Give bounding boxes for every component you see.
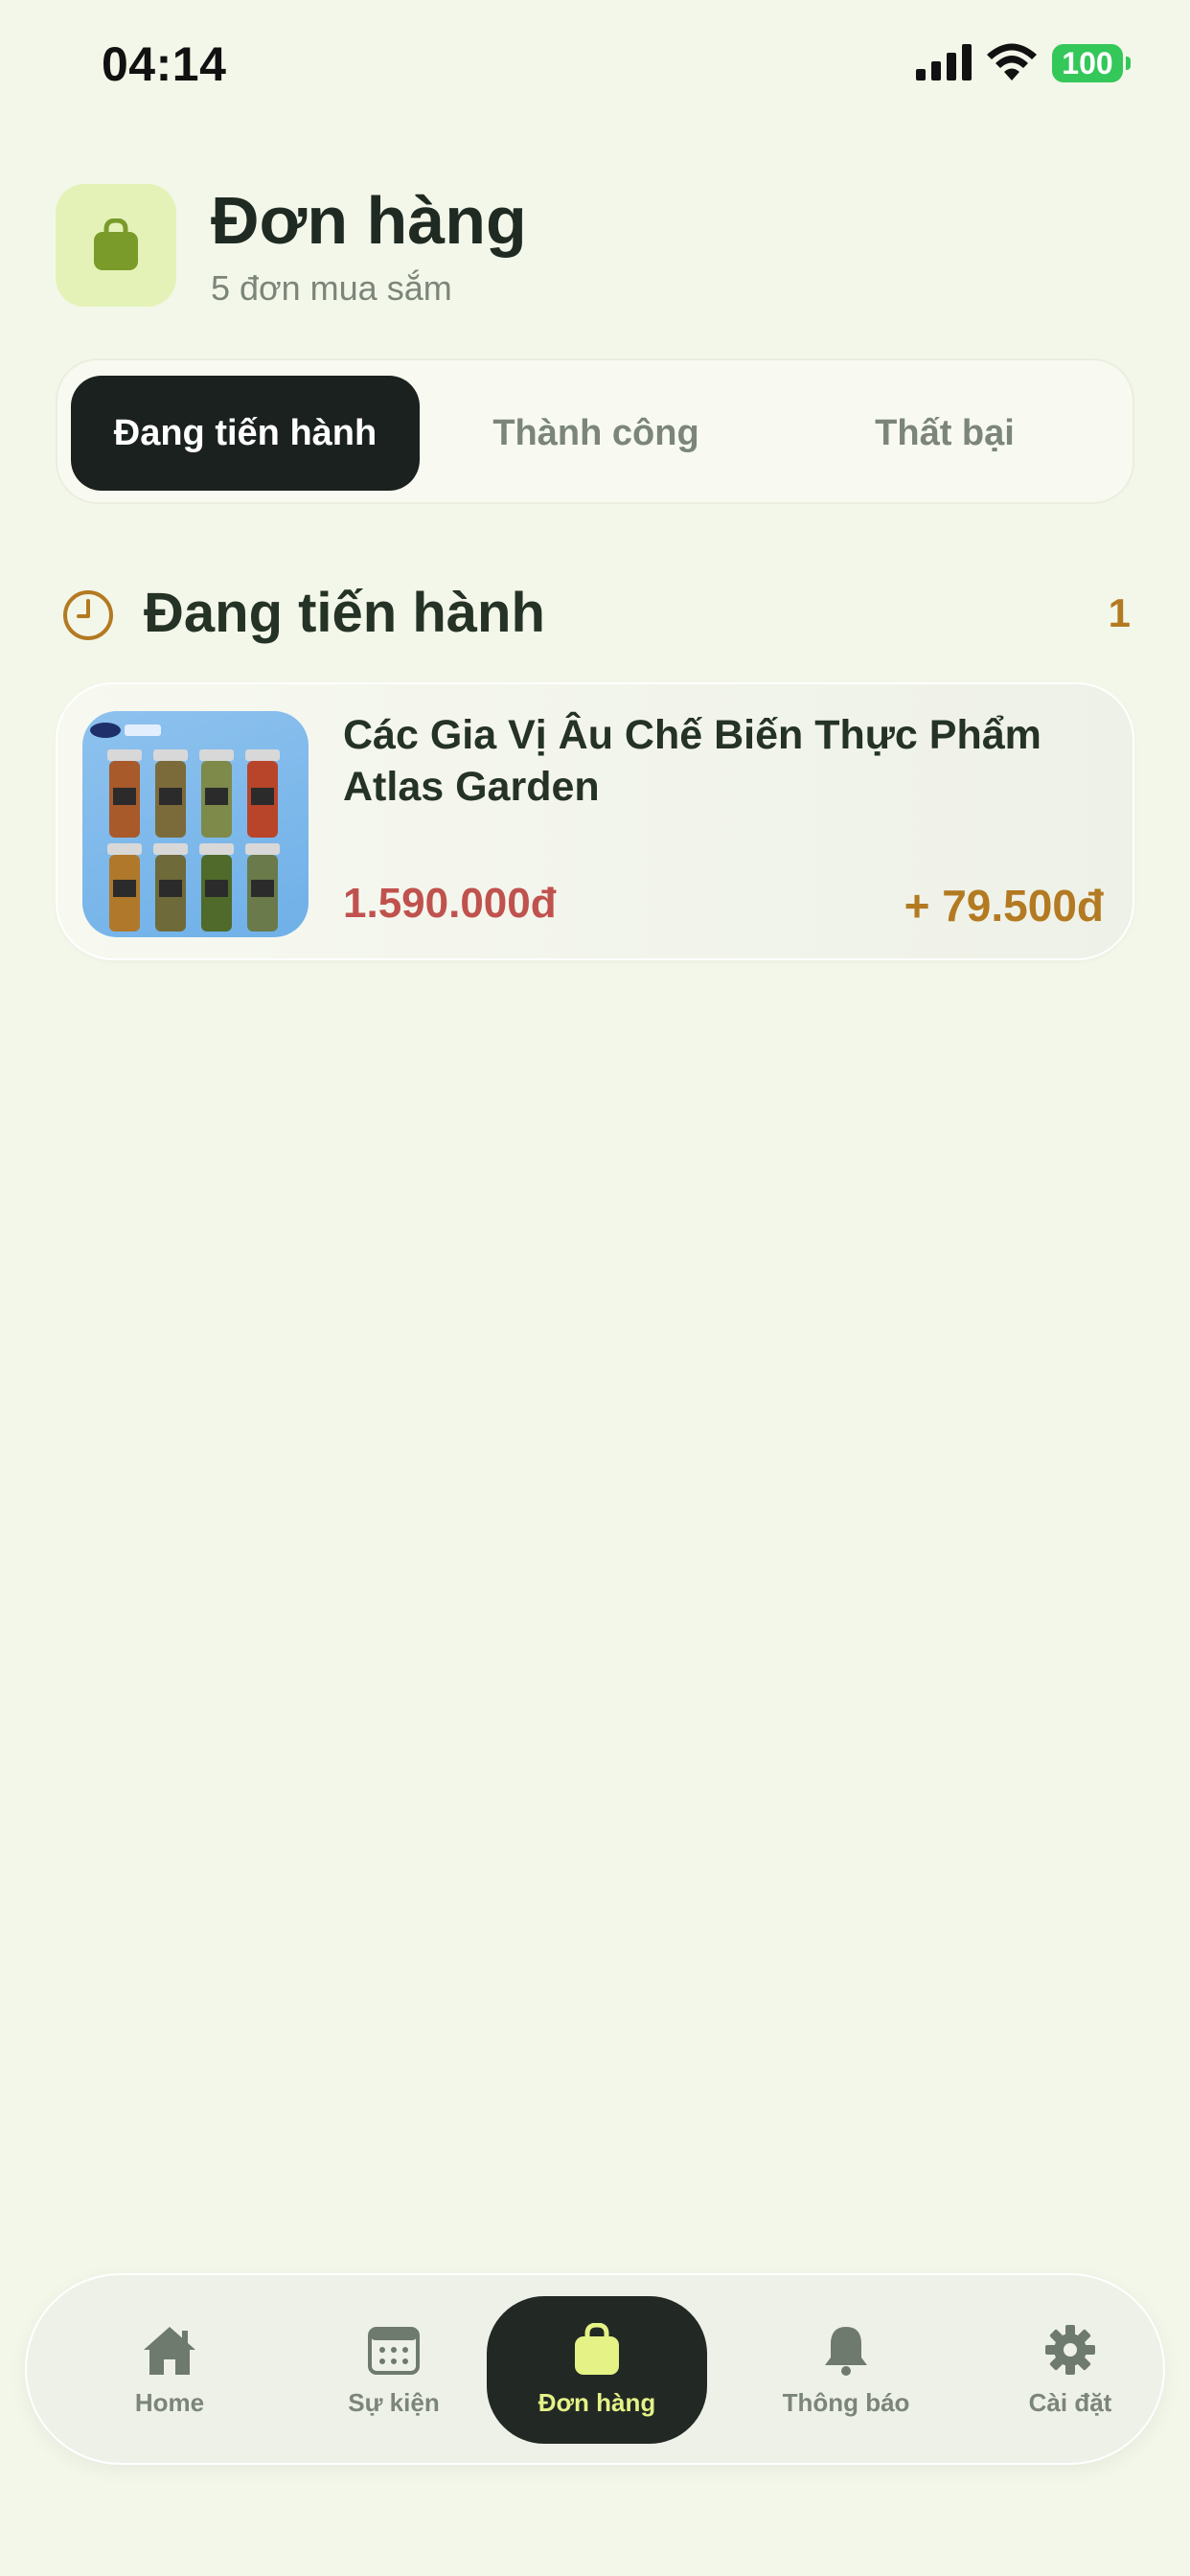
nav-notifications-label: Thông báo [782, 2387, 910, 2417]
product-price: 1.590.000đ [343, 880, 557, 927]
product-image [82, 711, 309, 937]
tab-in-progress[interactable]: Đang tiến hành [71, 376, 420, 491]
nav-home-label: Home [134, 2387, 205, 2417]
section-title: Đang tiến hành [144, 582, 545, 644]
status-time: 04:14 [102, 37, 227, 91]
nav-events[interactable]: Sự kiện [284, 2296, 504, 2444]
nav-home[interactable]: Home [59, 2296, 280, 2444]
bell-icon [825, 2326, 867, 2376]
nav-settings-label: Cài đặt [1028, 2387, 1112, 2417]
page-title: Đơn hàng [211, 183, 527, 258]
order-card[interactable]: Các Gia Vị Âu Chế Biến Thực Phẩm Atlas G… [56, 682, 1134, 960]
tab-failed[interactable]: Thất bại [770, 376, 1119, 491]
shopping-bag-icon [94, 218, 138, 270]
nav-notifications[interactable]: Thông báo [736, 2296, 956, 2444]
nav-settings[interactable]: Cài đặt [960, 2296, 1180, 2444]
home-icon [144, 2326, 195, 2375]
product-name: Các Gia Vị Âu Chế Biến Thực Phẩm Atlas G… [343, 712, 1041, 810]
order-status-tabs: Đang tiến hành Thành công Thất bại [56, 358, 1134, 504]
nav-orders[interactable]: Đơn hàng [487, 2296, 707, 2444]
wifi-icon [987, 43, 1037, 80]
calendar-icon [368, 2326, 420, 2375]
gear-icon [1045, 2324, 1095, 2375]
page-subtitle: 5 đơn mua sắm [211, 268, 452, 308]
product-reward: + 79.500đ [904, 881, 1104, 931]
section-count: 1 [1108, 590, 1131, 635]
tab-success[interactable]: Thành công [422, 376, 770, 491]
clock-icon [63, 590, 113, 640]
header-icon-box [56, 184, 176, 307]
spice-jars-image [90, 723, 280, 932]
nav-events-label: Sự kiện [348, 2387, 440, 2417]
nav-orders-label: Đơn hàng [538, 2387, 656, 2417]
cellular-signal-icon [916, 44, 972, 80]
battery-indicator: 100 [1052, 44, 1131, 82]
status-bar: 04:14 100 [0, 0, 1190, 125]
shopping-bag-icon [575, 2322, 619, 2375]
bottom-navigation: Home Sự kiện Đơn hàng Thông báo Cài đặt [25, 2273, 1165, 2465]
